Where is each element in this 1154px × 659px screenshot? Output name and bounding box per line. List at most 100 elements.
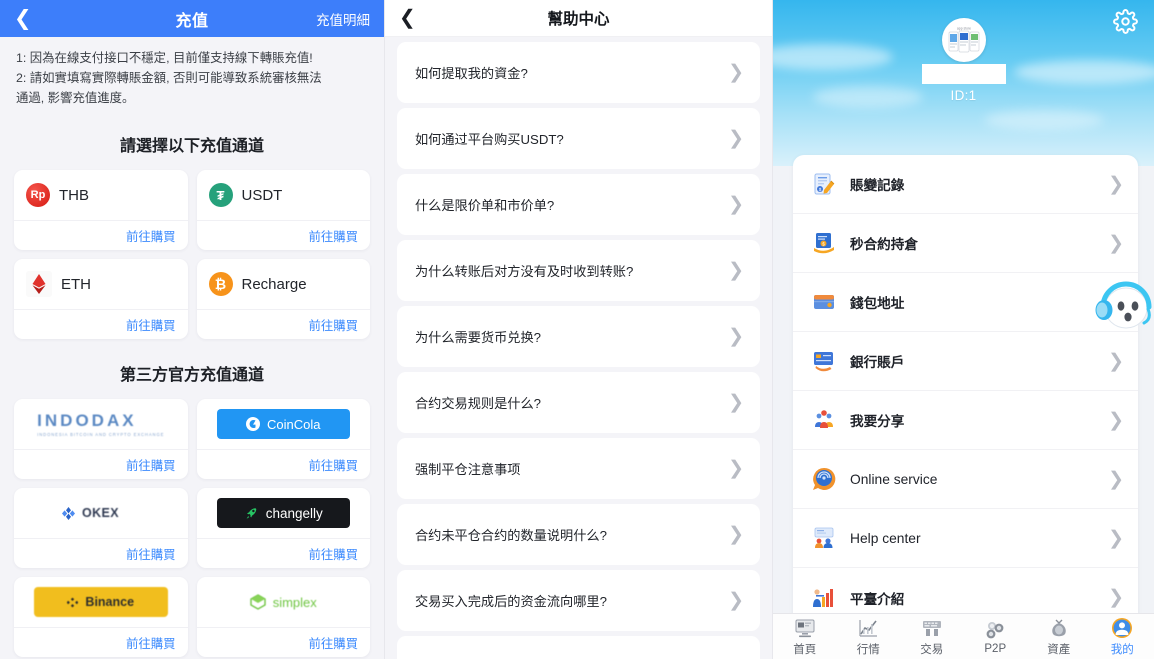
gear-icon[interactable] bbox=[1113, 9, 1138, 39]
faq-item[interactable] bbox=[397, 636, 760, 659]
menu-item-contract-position[interactable]: $ 秒合約持倉 ❯ bbox=[793, 214, 1138, 273]
third-party-card-binance[interactable]: Binance 前往購買 bbox=[14, 577, 188, 658]
menu-item-label: 錢包地址 bbox=[850, 296, 905, 311]
channel-card-bottom: 前往購買 bbox=[196, 220, 370, 250]
tab-p2p[interactable]: P2P bbox=[964, 619, 1028, 655]
tab-label: 首頁 bbox=[793, 643, 817, 656]
channels-section-title: 請選擇以下充值通道 bbox=[119, 138, 264, 156]
tab-label: P2P bbox=[984, 642, 1007, 655]
channel-name: ETH bbox=[61, 275, 91, 293]
tab-home[interactable]: 首頁 bbox=[773, 617, 837, 657]
tab-label: 行情 bbox=[856, 643, 880, 656]
tab-trade[interactable]: 交易 bbox=[900, 617, 964, 657]
channel-card-recharge[interactable]: ₿ Recharge 前往購買 bbox=[196, 259, 370, 340]
faq-item[interactable]: 交易买入完成后的资金流向哪里? ❯ bbox=[397, 570, 760, 631]
menu-item-wallet-address[interactable]: 錢包地址 ❯ bbox=[793, 273, 1138, 332]
chevron-right-icon: ❯ bbox=[1108, 527, 1124, 549]
tab-label: 我的 bbox=[1110, 643, 1134, 656]
menu-item-account-record[interactable]: $ 賬變記錄 ❯ bbox=[793, 155, 1138, 214]
third-party-card-okex[interactable]: OKEX 前往購買 bbox=[14, 488, 188, 569]
brand-box: Binance bbox=[26, 577, 176, 627]
brand-logo-area: CoinCola bbox=[197, 399, 371, 449]
channel-name: USDT bbox=[241, 186, 283, 204]
profile-menu-list: $ 賬變記錄 ❯ $ 秒合約持倉 ❯ 錢包地址 ❯ 銀行賬戶 ❯ 我要分享 ❯ … bbox=[793, 155, 1138, 627]
menu-item-online-service[interactable]: Online service ❯ bbox=[793, 450, 1138, 509]
chevron-right-icon: ❯ bbox=[728, 458, 744, 479]
faq-item[interactable]: 什么是限价单和市价单? ❯ bbox=[397, 174, 760, 235]
third-party-card-indodax[interactable]: INDODAX INDONESIA BITCOIN AND CRYPTO EXC… bbox=[14, 399, 188, 480]
profile-icon bbox=[1111, 617, 1133, 639]
third-party-grid: INDODAX INDONESIA BITCOIN AND CRYPTO EXC… bbox=[0, 399, 384, 658]
third-party-card-coincola[interactable]: CoinCola 前往購買 bbox=[196, 399, 371, 480]
tab-market[interactable]: 行情 bbox=[837, 617, 901, 657]
rocket-icon bbox=[246, 507, 257, 519]
faq-item[interactable]: 合约交易规则是什么? ❯ bbox=[397, 372, 760, 433]
channel-card-top: ETH bbox=[14, 259, 188, 309]
chevron-right-icon: ❯ bbox=[728, 590, 744, 611]
faq-list: 如何提取我的資金? ❯ 如何通过平台购买USDT? ❯ 什么是限价单和市价单? … bbox=[385, 37, 772, 659]
bank-account-icon bbox=[811, 348, 837, 374]
menu-item-label: Online service bbox=[850, 471, 938, 487]
chevron-right-icon: ❯ bbox=[728, 392, 744, 413]
indodax-logo: INDODAX INDONESIA BITCOIN AND CRYPTO EXC… bbox=[37, 411, 165, 438]
faq-question: 交易买入完成后的资金流向哪里? bbox=[415, 594, 607, 609]
brand-logo-area: changelly bbox=[197, 488, 371, 538]
go-buy-link[interactable]: 前往購買 bbox=[308, 316, 358, 334]
account-record-icon: $ bbox=[811, 171, 837, 197]
faq-item[interactable]: 合约未平仓合约的数量说明什么? ❯ bbox=[397, 504, 760, 565]
channel-card-bottom: 前往購買 bbox=[196, 309, 370, 339]
brand-logo-area: Binance bbox=[14, 577, 188, 627]
tab-profile[interactable]: 我的 bbox=[1091, 617, 1154, 657]
menu-item-label: 銀行賬戶 bbox=[850, 355, 905, 370]
bitcoin-coin-icon: ₿ bbox=[208, 272, 233, 297]
menu-item-label: Help center bbox=[850, 530, 921, 546]
share-icon bbox=[811, 407, 837, 433]
go-buy-link[interactable]: 前往購買 bbox=[126, 456, 176, 474]
menu-item-label: 秒合約持倉 bbox=[850, 237, 918, 252]
notice-line-1: 1: 因為在線支付接口不穩定, 目前僅支持線下轉賬充值! bbox=[16, 51, 313, 65]
faq-item[interactable]: 如何通过平台购买USDT? ❯ bbox=[397, 108, 760, 169]
cloud-decoration bbox=[1014, 60, 1154, 84]
help-center-screen: ❮ 幫助中心 如何提取我的資金? ❯ 如何通过平台购买USDT? ❯ 什么是限价… bbox=[385, 0, 773, 659]
faq-item[interactable]: 如何提取我的資金? ❯ bbox=[397, 42, 760, 103]
go-buy-link[interactable]: 前往購買 bbox=[308, 456, 358, 474]
recharge-screen: ❮ 充值 充值明細 1: 因為在線支付接口不穩定, 目前僅支持線下轉賬充值! 2… bbox=[0, 0, 385, 659]
chevron-right-icon: ❯ bbox=[1108, 409, 1124, 431]
chevron-right-icon: ❯ bbox=[728, 128, 744, 149]
chevron-right-icon: ❯ bbox=[728, 194, 744, 215]
svg-text:$: $ bbox=[819, 187, 822, 192]
recharge-detail-link[interactable]: 充值明細 bbox=[316, 9, 370, 29]
go-buy-link[interactable]: 前往購買 bbox=[126, 634, 176, 652]
chevron-right-icon: ❯ bbox=[728, 62, 744, 83]
menu-item-share[interactable]: 我要分享 ❯ bbox=[793, 391, 1138, 450]
brand-box: simplex bbox=[209, 577, 359, 627]
go-buy-link[interactable]: 前往購買 bbox=[308, 545, 358, 563]
go-buy-link[interactable]: 前往購買 bbox=[126, 316, 176, 334]
third-party-card-changelly[interactable]: changelly 前往購買 bbox=[196, 488, 371, 569]
faq-item[interactable]: 为什么需要货币兑换? ❯ bbox=[397, 306, 760, 367]
menu-item-bank-account[interactable]: 銀行賬戶 ❯ bbox=[793, 332, 1138, 391]
brand-logo-area: simplex bbox=[197, 577, 371, 627]
channel-card-thb[interactable]: Rp THB 前往購買 bbox=[14, 170, 188, 251]
channel-card-usdt[interactable]: ₮ USDT 前往購買 bbox=[196, 170, 370, 251]
channel-card-eth[interactable]: ETH 前往購買 bbox=[14, 259, 188, 340]
faq-item[interactable]: 强制平仓注意事项 ❯ bbox=[397, 438, 760, 499]
go-buy-link[interactable]: 前往購買 bbox=[308, 634, 358, 652]
coincola-logo: CoinCola bbox=[216, 409, 350, 440]
go-buy-link[interactable]: 前往購買 bbox=[126, 545, 176, 563]
faq-question: 合约未平仓合约的数量说明什么? bbox=[415, 528, 607, 543]
faq-item[interactable]: 为什么转账后对方没有及时收到转账? ❯ bbox=[397, 240, 760, 301]
help-center-icon bbox=[811, 525, 837, 551]
market-icon bbox=[857, 617, 879, 639]
recharge-header: ❮ 充值 充值明細 bbox=[0, 0, 384, 37]
go-buy-link[interactable]: 前往購買 bbox=[126, 227, 176, 245]
menu-item-help-center[interactable]: Help center ❯ bbox=[793, 509, 1138, 568]
go-buy-link[interactable]: 前往購買 bbox=[308, 227, 358, 245]
third-party-card-simplex[interactable]: simplex 前往購買 bbox=[196, 577, 371, 658]
card-bottom: 前往購買 bbox=[14, 538, 188, 568]
channel-card-bottom: 前往購買 bbox=[14, 309, 188, 339]
chevron-right-icon: ❯ bbox=[1108, 232, 1124, 254]
avatar[interactable]: app store bbox=[941, 18, 986, 62]
tab-assets[interactable]: 資產 bbox=[1027, 617, 1091, 657]
channel-card-top: Rp THB bbox=[14, 170, 188, 220]
